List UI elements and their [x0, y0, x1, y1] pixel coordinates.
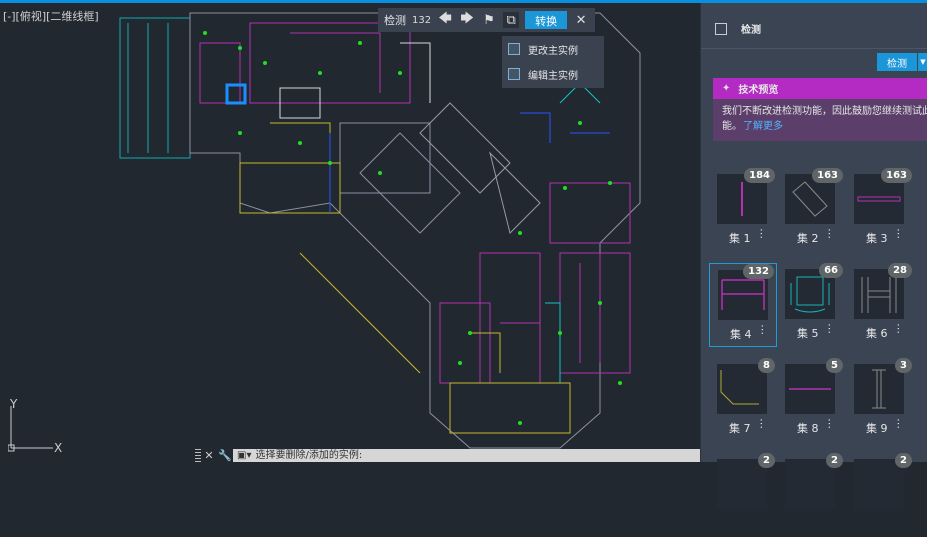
detect-dropdown-icon[interactable]: ▼ — [918, 53, 927, 71]
set-tile[interactable]: 2 — [709, 453, 777, 537]
set-tile[interactable]: 184 集 1 ⋯ — [709, 168, 777, 252]
close-icon[interactable]: ✕ — [573, 12, 589, 28]
menu-item-change-master[interactable]: 更改主实例 — [502, 37, 604, 61]
convert-button[interactable]: 转换 — [525, 11, 568, 29]
set-tile[interactable]: 66 集 5 ⋯ — [777, 263, 845, 347]
tech-preview-banner[interactable]: ✦ 技术预览 — [713, 78, 927, 99]
detect-button[interactable]: 检测 — [877, 53, 917, 71]
set-label: 集 8 — [797, 422, 819, 435]
set-count-badge: 8 — [758, 358, 775, 373]
set-count-badge: 3 — [895, 358, 912, 373]
detect-panel-icon — [715, 22, 727, 35]
set-label: 集 5 — [797, 327, 819, 340]
command-prompt: 选择要删除/添加的实例: — [255, 450, 363, 461]
set-tile[interactable]: 8 集 7 ⋯ — [709, 358, 777, 442]
instance-count: 132 — [412, 14, 432, 26]
set-tile[interactable]: 2 — [777, 453, 845, 537]
panel-title: 检测 — [741, 25, 761, 36]
set-thumbnail — [854, 364, 904, 414]
ucs-icon: Y X — [8, 397, 62, 455]
set-count-badge: 5 — [826, 358, 843, 373]
set-count-badge: 2 — [826, 453, 843, 468]
banner-body: 我们不断改进检测功能，因此鼓励您继续测试此功能。 了解更多 — [713, 99, 927, 141]
more-options-icon[interactable]: ⋯ — [755, 228, 768, 239]
set-count-badge: 66 — [819, 263, 843, 278]
edit-master-icon — [508, 68, 520, 80]
selection-highlight — [225, 83, 247, 105]
more-options-icon[interactable]: ⋯ — [755, 418, 768, 429]
ucs-y-label: Y — [9, 397, 18, 411]
set-thumbnail — [854, 459, 904, 509]
set-tile[interactable]: 2 — [846, 453, 914, 537]
set-label: 集 4 — [730, 328, 752, 341]
banner-title: 技术预览 — [738, 85, 779, 96]
set-thumbnail — [717, 364, 767, 414]
menu-item-edit-master[interactable]: 编辑主实例 — [502, 62, 604, 86]
next-arrow-icon[interactable]: 🡆 — [459, 11, 475, 28]
set-tile[interactable]: 5 集 8 ⋯ — [777, 358, 845, 442]
set-count-badge: 2 — [758, 453, 775, 468]
set-thumbnail — [785, 364, 835, 414]
set-count-badge: 163 — [881, 168, 912, 183]
set-count-badge: 184 — [744, 168, 775, 183]
set-count-badge: 28 — [888, 263, 912, 278]
close-icon[interactable]: ✕ — [201, 449, 217, 462]
rocket-icon: ✦ — [722, 83, 731, 94]
set-label: 集 6 — [866, 327, 888, 340]
more-options-icon[interactable]: ⋯ — [823, 228, 836, 239]
set-count-badge: 163 — [812, 168, 843, 183]
more-options-icon[interactable]: ⋯ — [892, 323, 905, 334]
flag-icon[interactable]: ⚑ — [481, 12, 497, 28]
instance-menu: 更改主实例 编辑主实例 — [502, 36, 604, 88]
command-line: ✕ 🔧 ▣▾ 选择要删除/添加的实例: — [193, 449, 700, 462]
more-options-icon[interactable]: ⋯ — [892, 418, 905, 429]
set-tile[interactable]: 132 集 4 ⋯ — [709, 263, 777, 347]
set-count-badge: 2 — [895, 453, 912, 468]
detect-panel: 检测 检测 ▼ ✦ 技术预览 我们不断改进检测功能，因此鼓励您继续测试此功能。 … — [700, 3, 927, 509]
toolbar-title: 检测 — [384, 14, 406, 27]
set-tile[interactable]: 163 集 2 ⋯ — [777, 168, 845, 252]
command-icon: ▣▾ — [237, 450, 252, 461]
set-label: 集 7 — [729, 422, 751, 435]
previous-arrow-icon[interactable]: 🡄 — [437, 11, 453, 28]
instances-icon[interactable]: ⧉ — [503, 12, 520, 28]
more-options-icon[interactable]: ⋯ — [892, 228, 905, 239]
detect-toolbar: 检测 132 🡄 🡆 ⚑ ⧉ 转换 ✕ — [378, 8, 595, 32]
more-options-icon[interactable]: ⋯ — [756, 324, 769, 335]
change-master-icon — [508, 43, 520, 55]
viewport-controls[interactable]: [-][俯视][二维线框] — [3, 8, 99, 24]
set-thumbnail — [785, 459, 835, 509]
set-thumbnail — [717, 459, 767, 509]
more-options-icon[interactable]: ⋯ — [823, 418, 836, 429]
wrench-icon[interactable]: 🔧 — [217, 449, 233, 462]
panel-header: 检测 — [701, 9, 927, 49]
set-label: 集 1 — [729, 232, 751, 245]
set-label: 集 9 — [866, 422, 888, 435]
set-label: 集 3 — [866, 232, 888, 245]
set-tile[interactable]: 3 集 9 ⋯ — [846, 358, 914, 442]
set-count-badge: 132 — [743, 264, 774, 279]
learn-more-link[interactable]: 了解更多 — [743, 119, 783, 134]
set-label: 集 2 — [797, 232, 819, 245]
more-options-icon[interactable]: ⋯ — [823, 323, 836, 334]
command-input[interactable]: ▣▾ 选择要删除/添加的实例: — [233, 449, 700, 462]
ucs-x-label: X — [54, 441, 62, 455]
set-tile[interactable]: 163 集 3 ⋯ — [846, 168, 914, 252]
set-tile[interactable]: 28 集 6 ⋯ — [846, 263, 914, 347]
